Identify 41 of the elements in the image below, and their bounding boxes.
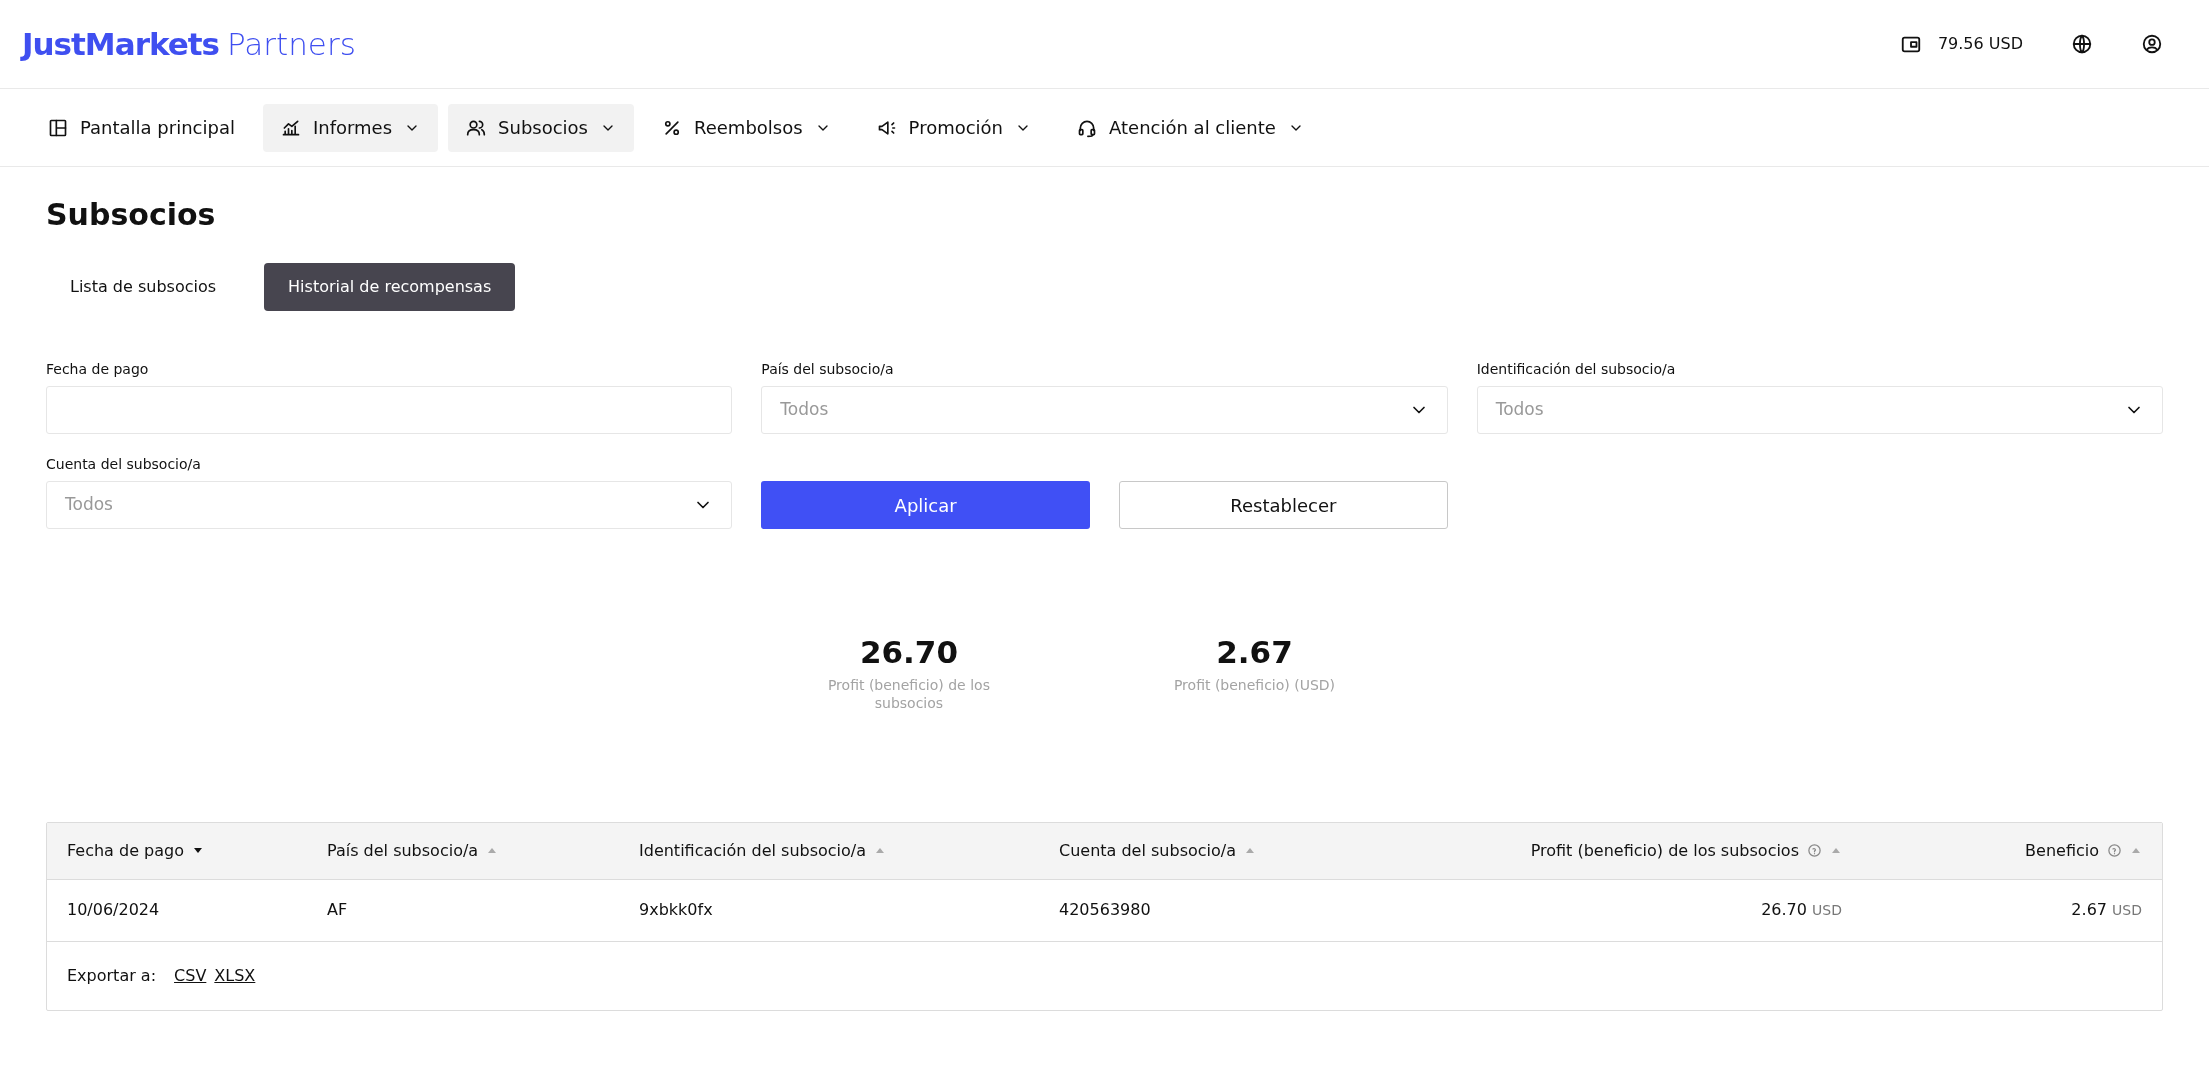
column-header[interactable]: Fecha de pago (67, 838, 184, 863)
nav-item[interactable]: Pantalla principal (30, 103, 253, 152)
nav-item[interactable]: Subsocios (448, 103, 634, 152)
nav-item[interactable]: Promoción (858, 103, 1050, 152)
logo[interactable]: JustMarkets Partners (22, 20, 356, 68)
export-label: Exportar a: (67, 964, 157, 987)
column-header[interactable]: Profit (beneficio) de los subsocios (1530, 838, 1799, 863)
nav-item[interactable]: Informes (262, 103, 439, 152)
stat-value: 2.67 (1216, 633, 1293, 672)
nav-item[interactable]: Reembolsos (644, 103, 849, 152)
table-cell-text: 9xbkk0fx (639, 899, 713, 922)
stat-value: 26.70 (859, 633, 958, 672)
globe-icon[interactable] (2071, 33, 2093, 55)
column-header[interactable]: Beneficio (2025, 838, 2099, 863)
column-header[interactable]: Cuenta del subsocio/a (1059, 838, 1236, 863)
column-header[interactable]: Identificación del subsocio/a (639, 838, 867, 863)
user-icon[interactable] (2141, 33, 2163, 55)
table-cell-text: 420563980 (1059, 899, 1151, 922)
export-link[interactable]: CSV (174, 963, 207, 988)
layout-icon (48, 117, 68, 138)
stat-label: Profit (beneficio) (USD) (1173, 675, 1336, 694)
table-cell-text: AF (327, 899, 348, 922)
table-cell-text: 10/06/2024 (67, 899, 160, 922)
reset-button[interactable]: Restablecer (1119, 481, 1448, 529)
table-cell-text: 26.70 USD (1761, 899, 1842, 922)
tab[interactable]: Lista de subsocios (46, 263, 241, 311)
input-field[interactable] (46, 386, 733, 434)
balance-text: 79.56 USD (1937, 33, 2023, 55)
page-title: Subsocios (46, 197, 217, 233)
apply-button[interactable]: Aplicar (761, 481, 1090, 529)
field-label: Fecha de pago (46, 360, 150, 379)
stat-label: Profit (beneficio) de los subsocios (826, 675, 991, 712)
chart-icon (280, 117, 301, 138)
column-header[interactable]: País del subsocio/a (327, 838, 479, 863)
tab[interactable]: Historial de recompensas (264, 263, 516, 311)
nav-item[interactable]: Atención al cliente (1059, 103, 1322, 152)
export-link[interactable]: XLSX (214, 963, 256, 988)
table-cell-text: 2.67 USD (2071, 899, 2142, 922)
field-label: Cuenta del subsocio/a (46, 455, 202, 474)
field-label: País del subsocio/a (761, 360, 895, 379)
field-label: Identificación del subsocio/a (1476, 360, 1677, 379)
